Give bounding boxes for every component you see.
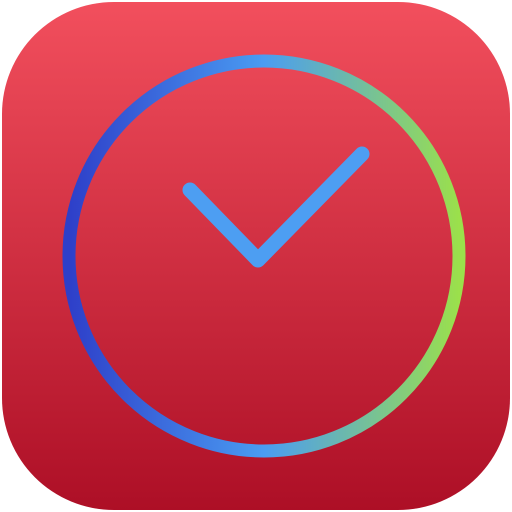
app-icon[interactable]	[0, 0, 512, 512]
canvas	[0, 0, 512, 512]
clock-check-icon	[2, 2, 510, 510]
